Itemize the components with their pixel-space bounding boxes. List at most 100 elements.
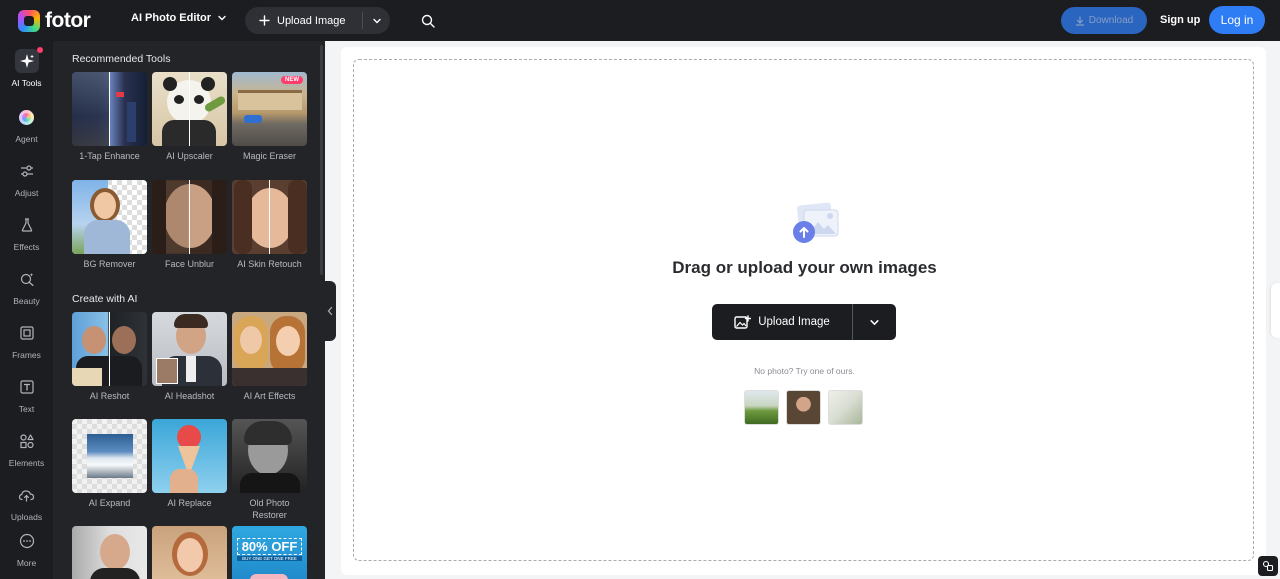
panel-scrollbar[interactable]: [320, 45, 323, 275]
promo-thumbnail: 80% OFF BUY ONE GET ONE FREE: [232, 526, 307, 579]
rail-item-more[interactable]: More: [0, 529, 53, 568]
no-photo-hint: No photo? Try one of ours.: [754, 366, 855, 376]
cloud-upload-icon: [18, 490, 35, 502]
rail-icon-wrap: [15, 159, 39, 183]
tool-magic-eraser[interactable]: NEW Magic Eraser: [232, 72, 307, 162]
tool-label: 1-Tap Enhance: [79, 151, 140, 161]
rail-label: Frames: [12, 350, 41, 360]
tool-label: AI Upscaler: [166, 151, 213, 161]
tool-thumbnail: [232, 312, 307, 386]
tool-thumbnail: NEW: [232, 72, 307, 146]
sparkle-icon: [19, 54, 34, 68]
frame-icon: [19, 326, 34, 340]
ai-photo-editor-menu[interactable]: AI Photo Editor: [131, 12, 227, 24]
tool-ai-headshot[interactable]: AI Headshot: [152, 312, 227, 402]
tool-face-unblur[interactable]: Face Unblur: [152, 180, 227, 270]
more-icon: [19, 533, 34, 549]
rail-item-elements[interactable]: Elements: [0, 429, 53, 468]
canvas-upload-button[interactable]: Upload Image: [712, 304, 852, 340]
rail-label: Beauty: [13, 296, 40, 306]
top-bar: fotor AI Photo Editor Upload Image Downl…: [0, 0, 1280, 41]
tool-label: Face Unblur: [164, 259, 215, 269]
corner-tool-button[interactable]: [1258, 556, 1278, 576]
tool-ai-reshot[interactable]: AI Reshot: [72, 312, 147, 402]
fotor-logo[interactable]: fotor: [18, 9, 91, 33]
rail-item-ai-tools[interactable]: AI Tools: [0, 47, 53, 88]
promo-card[interactable]: 80% OFF BUY ONE GET ONE FREE: [232, 526, 307, 579]
tool-ai-art-effects[interactable]: AI Art Effects: [232, 312, 307, 402]
tool-label: AI Replace: [167, 498, 212, 508]
tool-label: AI Headshot: [164, 391, 215, 401]
tool-thumbnail: [152, 180, 227, 254]
upload-dropzone[interactable]: Drag or upload your own images Upload Im…: [353, 59, 1254, 561]
tool-thumbnail: [72, 72, 147, 146]
tool-thumbnail: [72, 526, 147, 579]
tool-ai-upscaler[interactable]: AI Upscaler: [152, 72, 227, 162]
header-upload-button[interactable]: Upload Image: [245, 7, 362, 34]
tool-label: BG Remover: [83, 259, 136, 269]
sample-image-still-life[interactable]: [828, 390, 863, 425]
recommended-tools-title: Recommended Tools: [72, 53, 171, 65]
dropzone-title: Drag or upload your own images: [672, 258, 937, 277]
plus-icon: [259, 15, 270, 26]
tool-label: AI Skin Retouch: [237, 259, 302, 269]
notification-dot: [36, 47, 43, 53]
download-label: Download: [1088, 15, 1134, 26]
tool-old-photo-restorer[interactable]: Old Photo Restorer: [232, 419, 307, 521]
elements-icon: [19, 434, 34, 449]
tool-bg-remover[interactable]: BG Remover: [72, 180, 147, 270]
left-rail: AI Tools Agent Adjust Effects Beauty Fra…: [0, 41, 53, 579]
download-button[interactable]: Download: [1061, 7, 1147, 34]
sample-image-portrait[interactable]: [786, 390, 821, 425]
layers-icon: [1262, 560, 1274, 572]
tool-thumbnail: [152, 526, 227, 579]
sample-image-landscape[interactable]: [744, 390, 779, 425]
download-icon: [1075, 15, 1084, 26]
rail-label: Elements: [8, 458, 45, 468]
rail-item-beauty[interactable]: Beauty: [0, 267, 53, 306]
rail-icon-wrap: [15, 375, 39, 399]
tool-thumbnail: [72, 419, 147, 493]
create-with-ai-title: Create with AI: [72, 293, 138, 305]
search-icon: [421, 14, 435, 28]
rail-icon-wrap: [15, 483, 39, 507]
rail-item-agent[interactable]: Agent: [0, 105, 53, 144]
rail-label: AI Tools: [11, 78, 42, 88]
rail-icon-wrap: [15, 529, 39, 553]
collapse-panel-button[interactable]: [324, 281, 336, 341]
rail-item-adjust[interactable]: Adjust: [0, 159, 53, 198]
search-button[interactable]: [418, 11, 438, 31]
canvas-upload-image: Upload Image: [712, 304, 896, 340]
tool-ai-replace[interactable]: AI Replace: [152, 419, 227, 509]
rail-label: More: [16, 558, 37, 568]
log-in-button[interactable]: Log in: [1209, 6, 1265, 34]
tool-ai-skin-retouch[interactable]: AI Skin Retouch: [232, 180, 307, 270]
rail-icon-wrap: [15, 105, 39, 129]
rail-item-uploads[interactable]: Uploads: [0, 483, 53, 522]
header-upload-image: Upload Image: [245, 7, 390, 34]
tool-partial-2[interactable]: [152, 526, 227, 579]
canvas-upload-label: Upload Image: [758, 316, 830, 328]
chevron-down-icon: [870, 319, 879, 325]
chevron-down-icon: [372, 18, 381, 23]
tool-label: Old Photo Restorer: [249, 498, 290, 520]
header-upload-dropdown[interactable]: [363, 7, 390, 34]
canvas-upload-dropdown[interactable]: [853, 304, 896, 340]
tool-thumbnail: [152, 72, 227, 146]
sign-up-link[interactable]: Sign up: [1160, 14, 1200, 26]
rail-item-effects[interactable]: Effects: [0, 213, 53, 252]
rail-label: Agent: [15, 134, 38, 144]
tool-partial-1[interactable]: [72, 526, 147, 579]
tool-1-tap-enhance[interactable]: 1-Tap Enhance: [72, 72, 147, 162]
right-panel-handle[interactable]: [1271, 283, 1280, 338]
tool-thumbnail: [232, 419, 307, 493]
rail-label: Adjust: [14, 188, 39, 198]
tool-label: AI Expand: [88, 498, 131, 508]
text-icon: [19, 380, 34, 394]
rail-item-frames[interactable]: Frames: [0, 321, 53, 360]
beauty-icon: [20, 273, 34, 287]
promo-text: 80% OFF: [237, 538, 302, 555]
rail-item-text[interactable]: Text: [0, 375, 53, 414]
tool-ai-expand[interactable]: AI Expand: [72, 419, 147, 509]
tool-label: AI Reshot: [89, 391, 130, 401]
